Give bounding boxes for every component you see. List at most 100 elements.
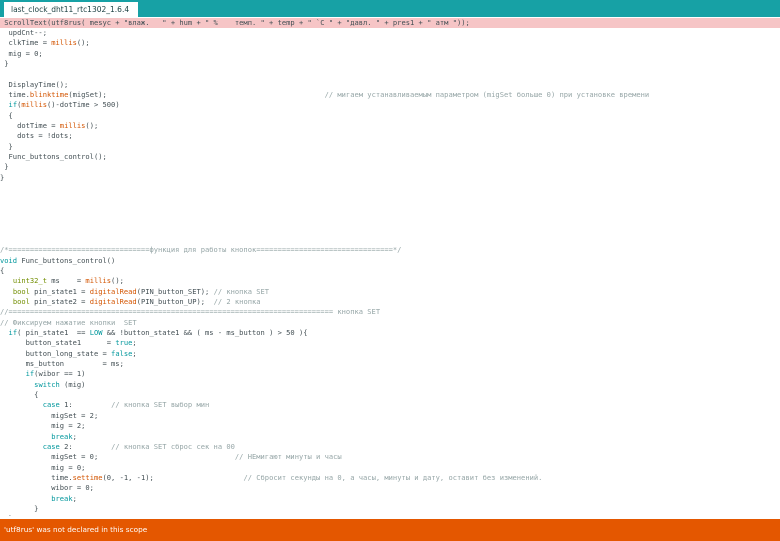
code-token: migSet = 2; (0, 410, 99, 420)
code-token: { (0, 110, 13, 120)
code-editor[interactable]: ScrollText(utf8rus( mesyc + "влаж. " + h… (0, 17, 780, 516)
code-line: switch (mig) (0, 380, 780, 390)
code-line: Func_buttons_control(); (0, 152, 780, 162)
code-token: // 2 кнопка (213, 296, 261, 306)
code-token: // кнопка SET (213, 286, 270, 296)
code-line: mig = 0; (0, 463, 780, 473)
code-line: // Фиксируем нажатие кнопки SET (0, 318, 780, 328)
code-line: break; (0, 494, 780, 504)
code-token: 1: (59, 400, 112, 410)
code-line: ms_button = ms; (0, 359, 780, 369)
code-token: ()-dotTime > 500) (47, 100, 120, 110)
code-line: dotTime = millis(); (0, 121, 780, 131)
code-token: case (42, 400, 60, 410)
code-token: // НЕмигают минуты и часы (234, 452, 342, 462)
code-token: { (0, 265, 5, 275)
code-token: dotTime = (0, 121, 60, 130)
code-token: ; (132, 348, 137, 358)
code-token: millis (85, 276, 112, 286)
code-token: updCnt--; (0, 27, 47, 37)
code-line: mig = 0; (0, 49, 780, 59)
code-line: { (0, 111, 780, 121)
code-token: Func_buttons_control() (17, 255, 116, 265)
code-token: mig = 0; (0, 462, 86, 472)
code-token: (PIN_button_UP); (136, 296, 214, 306)
code-token: DisplayTime(); (0, 79, 69, 89)
code-token: time. (0, 89, 30, 99)
code-token: // мигаем устанавливаемым параметром (mi… (324, 89, 650, 99)
code-token: break (51, 493, 73, 503)
code-token: } (0, 141, 13, 151)
code-line: DisplayTime(); (0, 80, 780, 90)
code-token: void (0, 255, 18, 265)
code-line: case 2: // кнопка SET сброс сек на 00 (0, 442, 780, 452)
code-token: } (0, 162, 9, 172)
code-token: ScrollText(utf8rus( mesyc + "влаж. " + h… (0, 17, 470, 27)
code-token: ( pin_state1 == (17, 328, 90, 337)
code-token: } (0, 172, 5, 182)
code-token: blinktime (29, 89, 69, 99)
code-line: migSet = 0; // НЕмигают минуты и часы (0, 452, 780, 462)
code-token: case (42, 441, 60, 451)
code-line: button_state1 = true; (0, 338, 780, 348)
error-message: 'utf8rus' was not declared in this scope (4, 525, 148, 534)
tab-bar: last_clock_dht11_rtc1302_1.6.4 (0, 0, 780, 17)
code-line: /*=================================функц… (0, 245, 780, 255)
code-line: updCnt--; (0, 28, 780, 38)
code-line: dots = !dots; (0, 131, 780, 141)
code-token: false (111, 348, 133, 358)
code-token: (wibor == 1) (34, 369, 86, 379)
code-token: (); (76, 38, 90, 48)
error-status-bar: 'utf8rus' was not declared in this scope (0, 519, 780, 541)
code-line: button_long_state = false; (0, 349, 780, 359)
code-token: mig = 0; (0, 48, 43, 58)
code-token: // кнопка SET сброс сек на 00 (111, 441, 235, 451)
code-token: millis (21, 100, 47, 110)
code-token: ms = (46, 276, 86, 286)
code-token: ms_button = ms; (0, 359, 124, 369)
code-token: 2: (59, 441, 112, 451)
code-token: LOW (89, 328, 103, 337)
code-token: digitalRead (89, 296, 137, 306)
code-token: settime (72, 472, 103, 482)
code-token: { (0, 390, 39, 400)
code-line: void Func_buttons_control() (0, 256, 780, 266)
code-token: (migSet); (68, 89, 325, 99)
code-line: } (0, 162, 780, 172)
code-token: break (51, 431, 73, 441)
code-token: // кнопка SET выбор мин (111, 400, 210, 410)
code-line: } (0, 173, 780, 183)
code-token: true (115, 338, 133, 348)
tab-sketch[interactable]: last_clock_dht11_rtc1302_1.6.4 (4, 2, 139, 17)
code-line: break; (0, 432, 780, 442)
code-token: (PIN_button_SET); (136, 286, 214, 296)
code-token: millis (51, 38, 77, 48)
code-token: digitalRead (89, 286, 137, 296)
code-token: Func_buttons_control(); (0, 152, 107, 162)
code-token: (); (85, 121, 99, 130)
code-token: // Сбросит секунды на 0, а часы, минуты … (243, 472, 543, 482)
code-token: && !button_state1 && ( ms - ms_button ) … (102, 328, 308, 337)
code-token: /*=================================функц… (0, 245, 402, 255)
code-line: time.settime(0, -1, -1); // Сбросит секу… (0, 473, 780, 483)
tab-label: last_clock_dht11_rtc1302_1.6.4 (11, 5, 130, 14)
code-line: bool pin_state1 = digitalRead(PIN_button… (0, 287, 780, 297)
code-token: pin_state2 = (29, 296, 90, 306)
code-line: migSet = 2; (0, 411, 780, 421)
code-token: millis (59, 121, 86, 130)
code-line: if(millis()-dotTime > 500) (0, 100, 780, 110)
code-token: } (0, 503, 39, 513)
code-line-error: ScrollText(utf8rus( mesyc + "влаж. " + h… (0, 17, 780, 28)
